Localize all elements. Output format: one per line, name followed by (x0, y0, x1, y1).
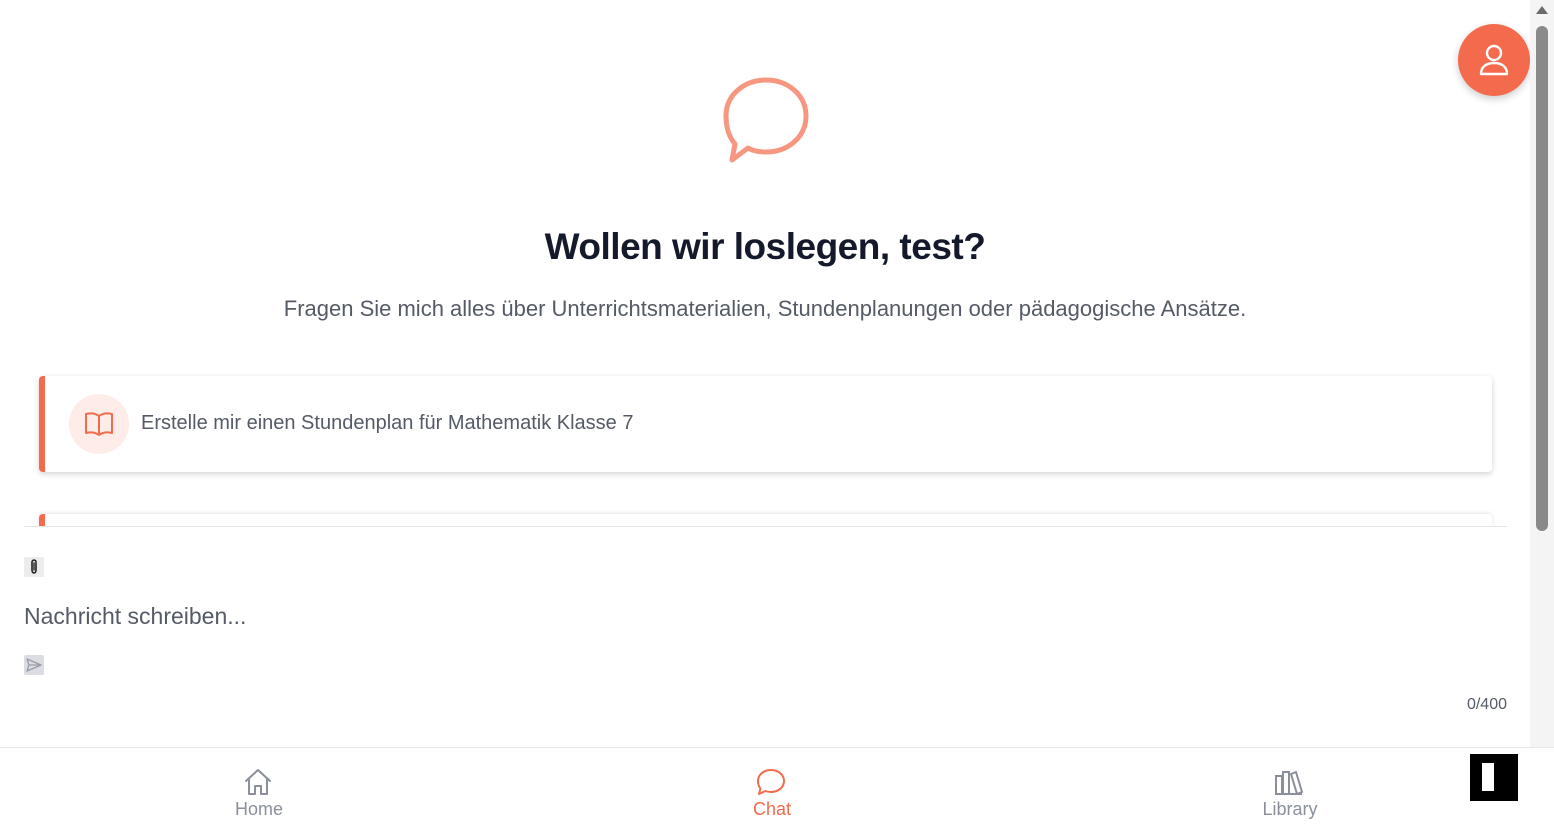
nav-label-home: Home (234, 799, 283, 819)
user-icon (1479, 44, 1509, 76)
nav-item-chat[interactable]: Chat (692, 748, 852, 837)
overlay-widget-bar (1482, 763, 1494, 791)
vertical-scrollbar[interactable] (1530, 0, 1554, 748)
attach-button[interactable] (24, 557, 44, 577)
scrollbar-thumb[interactable] (1536, 26, 1548, 531)
home-icon (245, 769, 271, 795)
overlay-widget[interactable] (1470, 754, 1518, 801)
chat-bubble-icon (723, 77, 809, 163)
library-icon (1275, 771, 1303, 795)
chat-icon (757, 769, 785, 795)
book-open-icon (85, 412, 113, 436)
nav-label-chat: Chat (752, 799, 792, 819)
message-composer: 0/400 (0, 526, 1530, 748)
message-input[interactable] (24, 598, 1504, 634)
suggestion-icon-circle (69, 394, 129, 454)
suggestion-card[interactable]: Erstelle mir einen Stundenplan für Mathe… (39, 376, 1492, 472)
paperclip-icon (31, 559, 37, 574)
suggestion-label: Erstelle mir einen Stundenplan für Mathe… (141, 412, 634, 434)
page-title: Wollen wir loslegen, test? (544, 226, 986, 267)
profile-button[interactable] (1458, 24, 1530, 96)
composer-divider (24, 526, 1507, 527)
nav-label-library: Library (1262, 799, 1318, 819)
bottom-navigation: Home Chat Library (0, 747, 1554, 837)
chat-main-area: Wollen wir loslegen, test? Fragen Sie mi… (0, 0, 1530, 748)
nav-item-library[interactable]: Library (1210, 748, 1370, 837)
send-button[interactable] (24, 655, 44, 675)
send-icon (26, 658, 42, 672)
character-counter: 0/400 (1466, 696, 1507, 713)
nav-item-home[interactable]: Home (179, 748, 339, 837)
scroll-up-arrow-icon[interactable] (1536, 6, 1548, 14)
page-subtitle: Fragen Sie mich alles über Unterrichtsma… (283, 296, 1247, 321)
